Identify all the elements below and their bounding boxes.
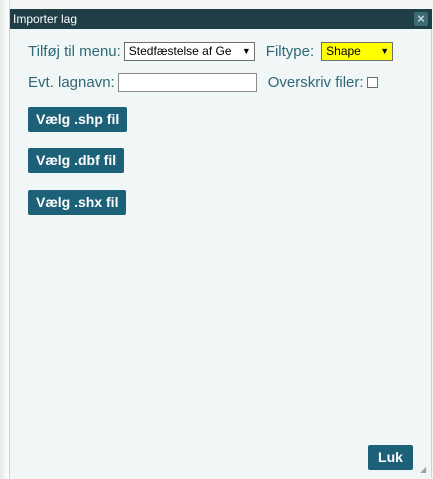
- menu-label: Tilføj til menu:: [28, 42, 121, 60]
- resize-grip-icon[interactable]: ◢: [420, 466, 428, 474]
- menu-filetype-row: Tilføj til menu: Stedfæstelse af Ge ▼ Fi…: [28, 40, 394, 62]
- dialog-titlebar[interactable]: Importer lag ×: [10, 9, 432, 29]
- layername-overwrite-row: Evt. lagnavn: Overskriv filer:: [28, 71, 378, 93]
- filetype-label: Filtype:: [265, 42, 315, 60]
- menu-select-value: Stedfæstelse af Ge: [128, 43, 232, 58]
- chevron-down-icon: ▼: [241, 45, 251, 56]
- overwrite-checkbox[interactable]: [366, 76, 378, 88]
- select-shx-button[interactable]: Vælg .shx fil: [28, 190, 127, 215]
- page: Importer lag × Tilføj til menu: Stedfæst…: [0, 0, 433, 479]
- select-shp-button[interactable]: Vælg .shp fil: [28, 107, 128, 132]
- select-dbf-button[interactable]: Vælg .dbf fil: [28, 148, 125, 173]
- chevron-down-icon: ▼: [380, 45, 390, 56]
- menu-select[interactable]: Stedfæstelse af Ge ▼: [123, 41, 255, 61]
- dialog-title: Importer lag: [13, 12, 78, 26]
- close-icon[interactable]: ×: [414, 12, 428, 26]
- overwrite-label: Overskriv filer:: [267, 73, 364, 91]
- layername-input[interactable]: [117, 72, 257, 92]
- filetype-select[interactable]: Shape ▼: [321, 41, 394, 61]
- filetype-select-value: Shape: [326, 43, 361, 58]
- import-layer-dialog: Importer lag × Tilføj til menu: Stedfæst…: [9, 9, 432, 477]
- close-button[interactable]: Luk: [368, 445, 413, 470]
- layername-label: Evt. lagnavn:: [28, 73, 115, 91]
